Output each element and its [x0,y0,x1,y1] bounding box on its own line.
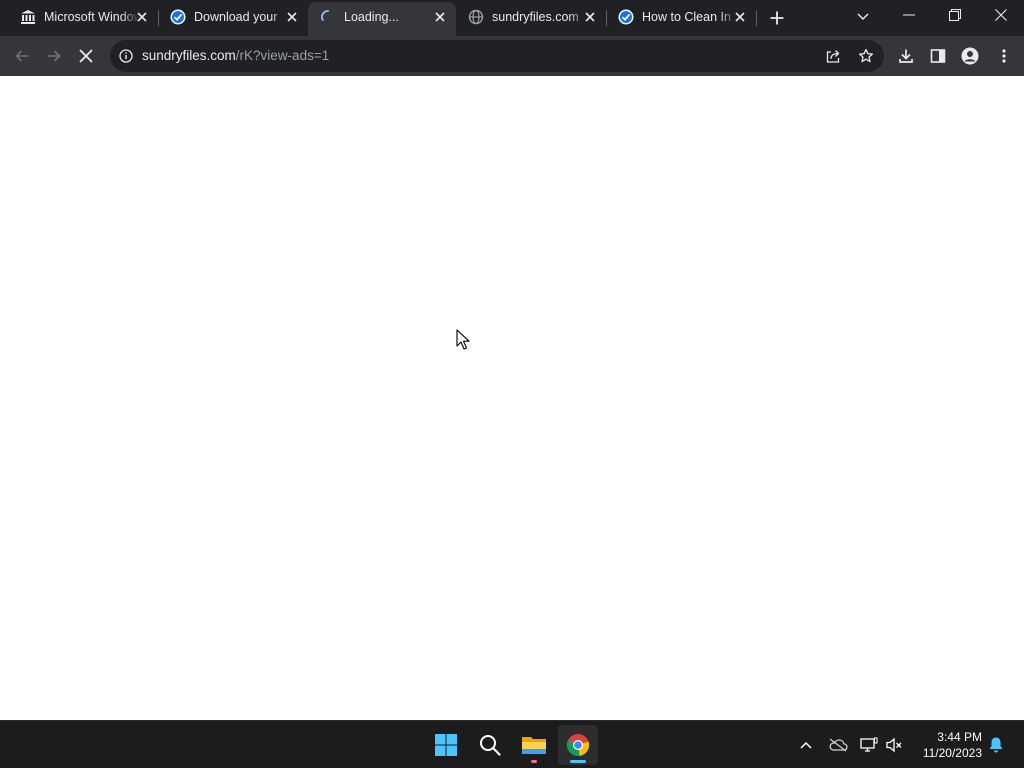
running-indicator [531,760,537,763]
search-icon [480,735,501,756]
close-tab-icon[interactable] [432,9,448,25]
bookmark-star-icon[interactable] [856,46,876,66]
tab-title: Microsoft Windows [44,10,140,24]
loading-spinner-icon [320,9,336,25]
tab-sundryfiles[interactable]: sundryfiles.com [456,2,606,32]
close-tab-icon[interactable] [582,9,598,25]
check-badge-icon [170,9,186,25]
tab-title: How to Clean In [642,10,731,24]
show-hidden-icons-button[interactable] [796,735,816,755]
file-explorer-button[interactable] [514,725,554,765]
taskbar-clock[interactable]: 3:44 PM 11/20/2023 [912,729,982,761]
chevron-down-icon [857,13,869,21]
tab-title: Loading... [344,10,399,24]
check-badge-icon [618,9,634,25]
chrome-menu-button[interactable] [990,42,1018,70]
close-tab-icon[interactable] [284,9,300,25]
tab-how-to-clean[interactable]: How to Clean In [606,2,756,32]
network-button[interactable] [859,735,879,755]
tab-strip: Microsoft Windows Download your Loading.… [0,0,1024,36]
start-button[interactable] [426,725,466,765]
forward-arrow-icon [48,50,61,62]
folder-icon [522,737,546,754]
plus-icon [770,11,784,25]
address-bar[interactable]: sundryfiles.com/rK?view-ads=1 [110,40,884,72]
restore-icon [949,9,961,21]
stop-x-icon [79,49,93,63]
tab-microsoft-windows[interactable]: Microsoft Windows [8,2,158,32]
back-arrow-icon [15,50,28,62]
site-info-icon[interactable] [118,48,134,64]
chrome-logo-icon [566,734,590,757]
clock-time: 3:44 PM [937,730,982,744]
active-indicator [570,760,586,763]
download-icon [899,49,913,63]
new-tab-button[interactable] [764,5,790,31]
browser-toolbar: sundryfiles.com/rK?view-ads=1 [0,36,1024,76]
forward-button[interactable] [40,42,68,70]
restore-button[interactable] [932,0,978,30]
tab-loading[interactable]: Loading... [308,2,456,36]
downloads-button[interactable] [892,42,920,70]
windows-logo-icon [435,734,457,756]
onedrive-button[interactable] [828,735,848,755]
url-path: /rK?view-ads=1 [235,48,330,63]
side-panel-button[interactable] [924,42,952,70]
close-tab-icon[interactable] [134,9,150,25]
network-icon [860,737,878,752]
cloud-offline-icon [829,738,848,752]
windows-taskbar: 3:44 PM 11/20/2023 [0,720,1024,768]
bell-icon [989,737,1003,753]
close-icon [995,9,1007,21]
share-icon[interactable] [823,46,843,66]
tab-download-your[interactable]: Download your [158,2,308,32]
profile-avatar-icon [961,47,979,65]
chrome-taskbar-button[interactable] [558,725,598,765]
close-tab-icon[interactable] [732,9,748,25]
url-text[interactable]: sundryfiles.com/rK?view-ads=1 [142,48,329,63]
close-window-button[interactable] [978,0,1024,30]
profile-button[interactable] [956,42,984,70]
side-panel-icon [930,49,946,63]
chevron-up-icon [800,741,812,749]
tab-separator [756,10,757,26]
taskbar-search-button[interactable] [470,725,510,765]
minimize-button[interactable] [886,0,932,30]
mouse-cursor-icon [456,329,470,350]
volume-button[interactable] [884,735,904,755]
minimize-icon [903,14,915,16]
back-button[interactable] [8,42,36,70]
clock-date: 11/20/2023 [922,746,982,760]
tab-title: Download your [194,10,278,24]
stop-loading-button[interactable] [72,42,100,70]
kebab-menu-icon [1002,49,1006,63]
page-content[interactable] [0,76,1024,720]
speaker-muted-icon [886,737,902,753]
tab-title: sundryfiles.com [492,10,579,24]
notifications-button[interactable] [986,735,1006,755]
tab-search-button[interactable] [850,4,876,30]
bank-building-icon [20,9,36,25]
url-host: sundryfiles.com [142,48,236,63]
globe-icon [468,9,484,25]
